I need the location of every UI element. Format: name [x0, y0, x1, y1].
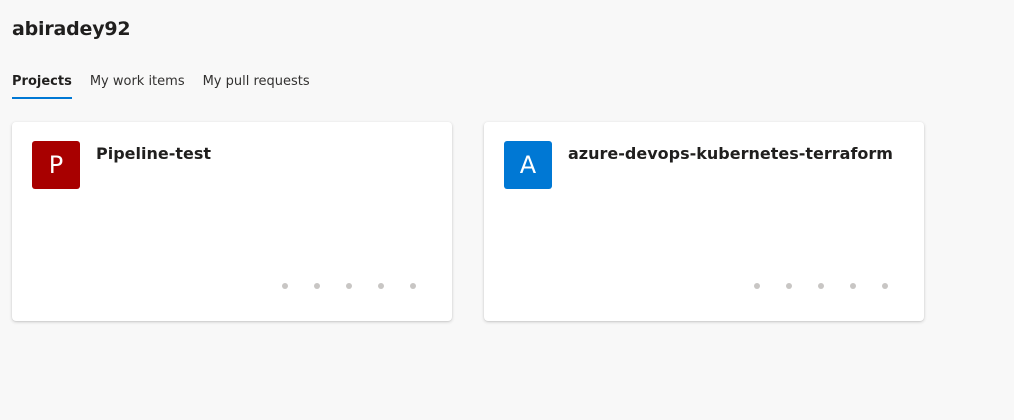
project-avatar: P [32, 141, 80, 189]
tab-bar: Projects My work items My pull requests [12, 72, 328, 99]
tab-projects[interactable]: Projects [12, 72, 72, 99]
project-stats-placeholder [754, 283, 914, 289]
tab-my-pull-requests[interactable]: My pull requests [203, 72, 310, 99]
project-card-azure-devops-kubernetes-terraform[interactable]: A azure-devops-kubernetes-terraform [484, 122, 924, 321]
project-card-pipeline-test[interactable]: P Pipeline-test [12, 122, 452, 321]
project-name[interactable]: Pipeline-test [96, 144, 211, 163]
loading-dot [410, 283, 416, 289]
loading-dot [282, 283, 288, 289]
project-stats-placeholder [282, 283, 442, 289]
loading-dot [786, 283, 792, 289]
organization-title: abiradey92 [12, 18, 131, 40]
loading-dot [346, 283, 352, 289]
tab-my-work-items[interactable]: My work items [90, 72, 185, 99]
loading-dot [882, 283, 888, 289]
loading-dot [314, 283, 320, 289]
loading-dot [378, 283, 384, 289]
loading-dot [850, 283, 856, 289]
loading-dot [754, 283, 760, 289]
project-avatar: A [504, 141, 552, 189]
loading-dot [818, 283, 824, 289]
project-name[interactable]: azure-devops-kubernetes-terraform [568, 144, 893, 163]
